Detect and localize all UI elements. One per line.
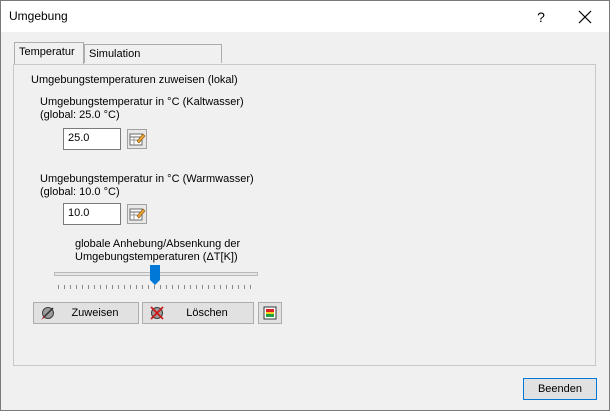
cold-temp-input[interactable]: 25.0 [63, 128, 121, 150]
slider-thumb[interactable] [150, 265, 160, 285]
tab-panel-temperatur: Umgebungstemperaturen zuweisen (lokal) U… [13, 64, 596, 366]
cold-temp-label: Umgebungstemperatur in °C (Kaltwasser) [40, 96, 244, 108]
color-scale-icon [263, 306, 277, 320]
close-dialog-button[interactable]: Beenden [523, 378, 597, 400]
slider-label-line2: Umgebungstemperaturen (ΔT[K]) [75, 251, 238, 263]
warm-temp-input[interactable]: 10.0 [63, 203, 121, 225]
slider-label-line1: globale Anhebung/Absenkung der [75, 238, 241, 250]
tab-simulation-netztemperatur[interactable]: Simulation Netztemperatur [84, 44, 222, 78]
cold-temp-picker-button[interactable] [127, 129, 147, 149]
slider-ticks [58, 285, 254, 289]
dialog-window: Umgebung ? Temperatur Simulation Netztem… [0, 0, 610, 411]
warm-temp-picker-button[interactable] [127, 204, 147, 224]
assign-icon [40, 305, 56, 321]
warm-temp-label: Umgebungstemperatur in °C (Warmwasser) [40, 173, 254, 185]
delete-button-label: Löschen [186, 307, 228, 319]
help-button[interactable]: ? [523, 5, 559, 29]
tab-temperatur[interactable]: Temperatur [14, 42, 84, 64]
assign-button-label: Zuweisen [71, 307, 119, 319]
color-legend-button[interactable] [258, 302, 282, 324]
close-button[interactable] [567, 5, 603, 29]
delete-icon [149, 305, 165, 321]
tab-label: Temperatur [19, 46, 75, 58]
title-bar: Umgebung ? [1, 1, 609, 32]
tab-strip: Temperatur Simulation Netztemperatur [1, 32, 609, 78]
window-title: Umgebung [9, 9, 68, 23]
delete-button[interactable]: Löschen [142, 302, 254, 324]
assign-button[interactable]: Zuweisen [33, 302, 139, 324]
warm-global-label: (global: 10.0 °C) [40, 186, 120, 198]
table-edit-icon [129, 133, 146, 146]
table-edit-icon [129, 208, 146, 221]
cold-global-label: (global: 25.0 °C) [40, 109, 120, 121]
group-label: Umgebungstemperaturen zuweisen (lokal) [31, 74, 238, 86]
close-icon [578, 10, 592, 24]
